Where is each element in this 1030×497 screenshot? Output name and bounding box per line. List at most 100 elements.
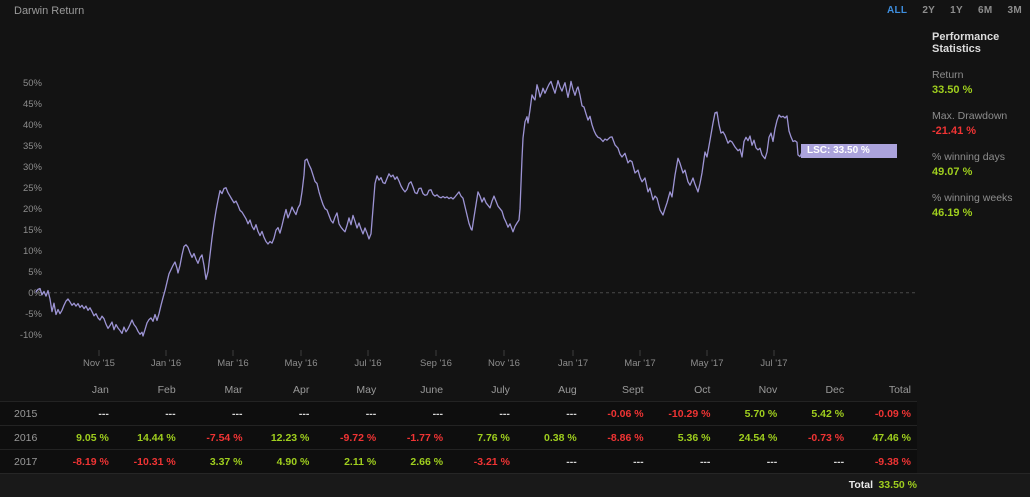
stat-max-drawdown: Max. Drawdown -21.41 % xyxy=(932,109,1028,139)
corner-cell xyxy=(0,378,48,402)
y-axis-tick-label: 10% xyxy=(23,246,43,257)
col-header-nov: Nov xyxy=(758,383,778,396)
row-year: 2017 xyxy=(14,455,38,468)
col-header-dec: Dec xyxy=(825,383,845,396)
return-cell: -10.29 % xyxy=(668,407,711,420)
row-year: 2015 xyxy=(14,407,38,420)
col-header-feb: Feb xyxy=(157,383,176,396)
x-axis-tick-label: Mar '16 xyxy=(217,358,248,369)
table-row-2015: 2015 --- --- --- --- --- --- --- --- -0.06 % -10.2… xyxy=(0,401,917,426)
return-cell: 47.46 % xyxy=(872,431,911,444)
stat-return: Return 33.50 % xyxy=(932,68,1028,98)
total-value: 33.50 % xyxy=(878,479,917,491)
table-row-2016: 2016 9.05 % 14.44 % -7.54 % 12.23 % -9.72 % -1… xyxy=(0,425,917,450)
stat-label: Max. Drawdown xyxy=(932,110,1008,122)
x-axis-tick-label: Jul '16 xyxy=(354,358,381,369)
darwin-return-screen: Darwin Return ALL 2Y 1Y 6M 3M 50% 45% 40% 35% 30… xyxy=(0,0,1030,497)
col-header-aug: Aug xyxy=(558,383,577,396)
return-chart[interactable]: 50%45%40%35%30%25%20%15%10%5%0%-5%-10%No… xyxy=(0,0,1030,375)
return-cell: 4.90 % xyxy=(276,455,310,468)
col-header-sept: Sept xyxy=(621,383,644,396)
col-header-jan: Jan xyxy=(91,383,109,396)
x-axis-tick-label: Jul '17 xyxy=(760,358,787,369)
y-axis-tick-label: 45% xyxy=(23,99,43,110)
return-cell: --- xyxy=(432,407,444,420)
stat-winning-weeks: % winning weeks 46.19 % xyxy=(932,191,1028,221)
y-axis-tick-label: 30% xyxy=(23,162,43,173)
x-axis-tick-label: Jan '17 xyxy=(558,358,588,369)
return-cell: 24.54 % xyxy=(738,431,778,444)
y-axis-tick-label: -10% xyxy=(20,330,43,341)
return-cell: -0.73 % xyxy=(807,431,845,444)
x-axis-tick-label: Jan '16 xyxy=(151,358,181,369)
return-cell: 5.36 % xyxy=(677,431,711,444)
return-cell: 3.37 % xyxy=(209,455,243,468)
return-cell: 12.23 % xyxy=(270,431,310,444)
y-axis-tick-label: 40% xyxy=(23,120,43,131)
stat-value: 46.19 % xyxy=(932,207,973,219)
return-cell: -8.19 % xyxy=(72,455,109,468)
return-cell: --- xyxy=(365,407,377,420)
col-header-may: May xyxy=(356,383,377,396)
return-cell: --- xyxy=(699,455,711,468)
last-value-label: LSC: 33.50 % xyxy=(801,144,897,158)
performance-statistics-panel: Performance Statistics Return 33.50 % Ma… xyxy=(932,31,1028,232)
col-header-total: Total xyxy=(888,383,911,396)
return-line-series xyxy=(35,79,803,337)
return-cell: 5.70 % xyxy=(744,407,778,420)
col-header-july: July xyxy=(491,383,510,396)
return-cell: --- xyxy=(165,407,176,420)
return-cell: 2.11 % xyxy=(344,455,377,468)
stat-label: % winning days xyxy=(932,151,1005,163)
y-axis-tick-label: 20% xyxy=(23,204,43,215)
return-cell: 7.76 % xyxy=(477,431,510,444)
table-header-row: Jan Feb Mar Apr May June July Aug Sept Oct Nov Dec T… xyxy=(0,378,917,402)
return-cell: -0.06 % xyxy=(607,407,644,420)
return-cell: -8.86 % xyxy=(607,431,644,444)
col-header-mar: Mar xyxy=(224,383,243,396)
total-label: Total xyxy=(848,479,873,491)
return-cell: --- xyxy=(566,407,577,420)
return-cell: --- xyxy=(566,455,577,468)
return-cell: 14.44 % xyxy=(137,431,176,444)
y-axis-tick-label: 5% xyxy=(28,267,42,278)
x-axis-tick-label: Sep '16 xyxy=(420,358,452,369)
returns-table: Jan Feb Mar Apr May June July Aug Sept Oct Nov Dec T… xyxy=(0,378,917,473)
return-cell: -10.31 % xyxy=(133,455,176,468)
y-axis-tick-label: 25% xyxy=(23,183,43,194)
return-cell: -9.72 % xyxy=(340,431,377,444)
return-cell: -1.77 % xyxy=(406,431,444,444)
return-cell: 2.66 % xyxy=(410,455,444,468)
return-cell: 5.42 % xyxy=(811,407,845,420)
total-footer: Total 33.50 % xyxy=(0,473,1030,497)
return-cell: -7.54 % xyxy=(206,431,243,444)
row-year: 2016 xyxy=(14,431,38,444)
y-axis-tick-label: -5% xyxy=(25,309,42,320)
stat-label: Return xyxy=(932,69,964,81)
return-cell: --- xyxy=(232,407,243,420)
x-axis-tick-label: Nov '15 xyxy=(83,358,115,369)
y-axis-tick-label: 50% xyxy=(23,78,43,89)
stat-winning-days: % winning days 49.07 % xyxy=(932,150,1028,180)
col-header-oct: Oct xyxy=(694,383,711,396)
monthly-returns-table-wrap: Jan Feb Mar Apr May June July Aug Sept Oct Nov Dec T… xyxy=(0,378,917,473)
y-axis-tick-label: 15% xyxy=(23,225,43,236)
return-cell: -0.09 % xyxy=(874,407,911,420)
return-cell: --- xyxy=(766,455,778,468)
x-axis-tick-label: Nov '16 xyxy=(488,358,520,369)
y-axis-tick-label: 35% xyxy=(23,141,43,152)
stats-title: Performance Statistics xyxy=(932,31,1000,55)
return-cell: -3.21 % xyxy=(473,455,510,468)
stat-label: % winning weeks xyxy=(932,192,1013,204)
return-cell: 9.05 % xyxy=(76,431,109,444)
table-row-2017: 2017 -8.19 % -10.31 % 3.37 % 4.90 % 2.11 % 2.6… xyxy=(0,449,917,473)
x-axis-tick-label: May '17 xyxy=(691,358,724,369)
return-cell: 0.38 % xyxy=(544,431,577,444)
col-header-june: June xyxy=(420,383,444,396)
return-cell: -9.38 % xyxy=(874,455,911,468)
stat-value: 49.07 % xyxy=(932,166,973,178)
return-cell: --- xyxy=(499,407,510,420)
col-header-apr: Apr xyxy=(293,383,310,396)
return-cell: --- xyxy=(298,407,310,420)
return-cell: --- xyxy=(98,407,109,420)
